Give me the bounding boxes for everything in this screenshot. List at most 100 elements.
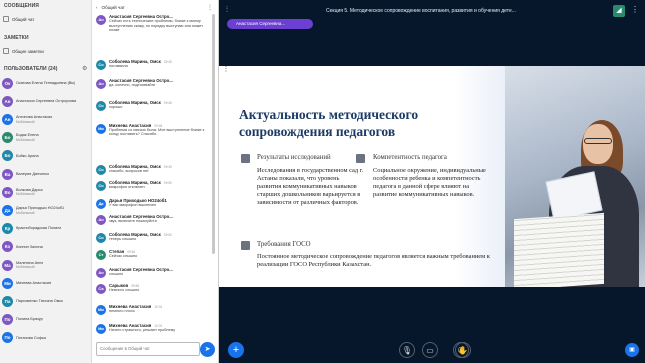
message-text: звук, включите пожалуйста <box>109 219 157 223</box>
chat-input[interactable]: Сообщение в Общий чат <box>96 342 200 356</box>
chat-message: Ст Степан 09:54 Сейчас слышно <box>96 249 209 261</box>
user-list-item[interactable]: Ва Валерия Данченко <box>2 168 90 180</box>
user-list-item[interactable]: Ан Антонова Анастасия Мобильный <box>2 113 90 125</box>
chat-message: Со Соболева Марина, Омск 09:49 спасибо, воп… <box>96 164 209 176</box>
message-avatar: Ми <box>96 323 106 334</box>
message-avatar: Ст <box>96 250 106 261</box>
user-list-item[interactable]: Бо Бодак Елена Мобильный <box>2 132 90 144</box>
actions-button[interactable]: + <box>228 342 244 358</box>
photo-face <box>583 124 613 164</box>
user-list-item[interactable]: Ко Копнин Залина <box>2 241 90 253</box>
user-name: Копнин Залина <box>16 244 43 249</box>
more-icon[interactable]: ⋮ <box>207 4 213 11</box>
shared-notes-label: Общие заметки <box>12 48 44 54</box>
avatar: Ма <box>2 259 13 271</box>
message-avatar: Со <box>96 101 106 112</box>
chat-panel: ‹ Общий чат ⋮ Ан Анастасия Сергеевна Остр… <box>92 0 219 363</box>
slide-heading-1: Результаты исследований <box>257 154 331 161</box>
layout-icon[interactable]: ⫶ <box>226 5 228 15</box>
chat-icon <box>3 16 9 22</box>
notes-header: ЗАМЕТКИ <box>4 35 29 41</box>
user-name: Красноборадская Полина <box>16 226 62 231</box>
message-text: Проблема со связью была. Мое выступление… <box>109 127 205 137</box>
avatar: Ми <box>2 277 13 289</box>
user-name: Полина Бразур <box>16 317 43 322</box>
slide-heading-2: Компетентность педагога <box>373 154 447 161</box>
message-avatar: Ан <box>96 267 106 278</box>
user-list-item[interactable]: Па Пархоменко Татьяна Омск <box>2 295 90 307</box>
message-text: поговаюла <box>109 63 128 68</box>
message-text: да, конечно, подтягивайте <box>109 83 156 87</box>
chat-message: Ми Михнева Анастасия 09:48 Проблема со связ… <box>96 123 209 137</box>
user-list-item[interactable]: Ок Окатова Елена Геннадьевна (Вы) <box>2 77 90 89</box>
slide-menu-icon[interactable]: ⋮ <box>221 66 231 75</box>
chat-message: Со Соболева Марина, Омск 09:46 хорошо <box>96 100 209 112</box>
user-list-item[interactable]: Ми Михнева Анастасия <box>2 277 90 289</box>
main-area: ⫶ Секция 5. Методическое сопровождение в… <box>219 0 645 363</box>
user-list-item[interactable]: По Потапова Софья <box>2 332 90 344</box>
research-icon <box>241 154 250 163</box>
user-list-item[interactable]: Ма Малетина Анна Мобильный <box>2 259 90 271</box>
avatar: По <box>2 332 13 344</box>
avatar: По <box>2 314 13 326</box>
user-name: Валерия Данченко <box>16 171 50 176</box>
notes-icon <box>3 48 9 54</box>
photo-glasses <box>584 138 612 144</box>
avatar: Ко <box>2 241 13 253</box>
user-status: Мобильный <box>16 119 35 124</box>
avatar: Бо <box>2 150 13 162</box>
message-text: хорошо <box>109 105 123 110</box>
avatar: Да <box>2 204 13 216</box>
requirements-icon <box>241 241 250 250</box>
raise-hand-button[interactable]: ✋ <box>455 342 471 358</box>
meeting-title: Секция 5. Методическое сопровождение вос… <box>326 8 516 14</box>
message-text: микрофон отключен <box>109 185 145 190</box>
camera-button[interactable]: ▭ <box>422 342 438 358</box>
avatar: Бо <box>2 132 13 144</box>
user-list-item[interactable]: Ан Анастасия Сергеевна Остроухова <box>2 95 90 107</box>
message-avatar: Ан <box>96 79 106 89</box>
send-button[interactable]: ➤ <box>200 342 215 357</box>
user-name: Пархоменко Татьяна Омск <box>16 299 63 304</box>
microphone-button[interactable]: 🎙 <box>399 342 415 358</box>
user-list-item[interactable]: Да Дарья Приходько НО24об1 Мобильный <box>2 204 90 216</box>
public-chat-link[interactable]: Общий чат <box>3 16 34 22</box>
message-text: теперь слышно <box>109 236 137 241</box>
message-text: спасибо, вопросов нет <box>109 169 149 174</box>
screen-share-button[interactable]: ▣ <box>625 343 639 357</box>
presenter-badge[interactable]: Анастасия Сергеевна... <box>227 19 313 29</box>
message-author: Соболева Марина, Омск <box>109 231 161 237</box>
message-avatar: Ан <box>96 215 106 225</box>
chat-message: Са Сарыков 09:55 Немного слышно <box>96 283 209 294</box>
message-avatar: Со <box>96 59 106 70</box>
sidebar: СООБЩЕНИЯ Общий чат ЗАМЕТКИ Общие заметк… <box>0 0 92 363</box>
user-name: Потапова Софья <box>16 335 46 340</box>
chat-message: Ан Анастасия Сергеевна Остро... слышно <box>96 267 209 278</box>
message-time: 09:50 <box>163 181 172 186</box>
user-name: Дарья Приходько НО24об1 <box>16 206 65 211</box>
chat-header[interactable]: ‹ Общий чат ⋮ <box>92 0 218 15</box>
avatar: Ва <box>2 168 13 180</box>
gear-icon[interactable]: ⚙ <box>82 65 87 72</box>
chat-message: Ми Михнева Анастасия 10:02 Ничего страшного… <box>96 323 209 334</box>
slide-paragraph-1: Исследования в государственном сад г. Ас… <box>257 167 364 206</box>
connection-icon[interactable]: ◢ <box>613 5 625 17</box>
user-name: Бойко Арина <box>16 153 39 158</box>
back-icon[interactable]: ‹ <box>96 5 98 10</box>
message-text: Сейчас слышно <box>109 254 138 259</box>
user-list-item[interactable]: Кр Красноборадская Полина <box>2 223 90 235</box>
message-avatar: Ми <box>96 123 106 134</box>
user-name: Михнева Анастасия <box>16 280 52 285</box>
user-list-item[interactable]: Бо Бойко Арина <box>2 150 90 162</box>
user-list-item[interactable]: По Полина Бразур <box>2 314 90 326</box>
chat-message: Со Соболева Марина, Омск 09:50 микрофон отк… <box>96 180 209 192</box>
options-icon[interactable]: ⋮ <box>631 5 639 14</box>
shared-notes-link[interactable]: Общие заметки <box>3 48 44 54</box>
user-list-item[interactable]: Во Волкова Дарья Мобильный <box>2 186 90 198</box>
message-time: 09:52 <box>163 232 172 237</box>
chat-scrollbar[interactable] <box>212 14 215 254</box>
avatar: Ан <box>2 95 13 107</box>
message-time: 09:45 <box>163 59 172 64</box>
message-text: У вас микрофон выключен <box>109 203 157 207</box>
chat-message: Со Соболева Марина, Омск 09:52 теперь слышн… <box>96 232 209 243</box>
